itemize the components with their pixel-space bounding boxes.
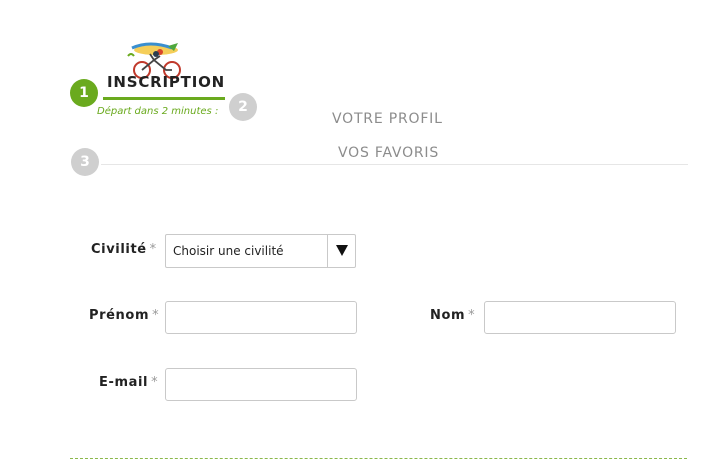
required-mark: * bbox=[152, 308, 160, 323]
step-1-title: INSCRIPTION bbox=[107, 73, 225, 91]
email-input[interactable] bbox=[165, 368, 357, 401]
civilite-label-text: Civilité bbox=[91, 242, 147, 257]
step-2-circle: 2 bbox=[229, 93, 257, 121]
nom-label: Nom * bbox=[430, 308, 475, 323]
required-mark: * bbox=[149, 242, 157, 257]
step-1-underline bbox=[103, 97, 225, 100]
step-1-number: 1 bbox=[79, 85, 89, 101]
required-mark: * bbox=[151, 375, 159, 390]
dropdown-arrow-icon[interactable] bbox=[336, 245, 348, 256]
nom-label-text: Nom bbox=[430, 308, 466, 323]
step-2-label: VOTRE PROFIL bbox=[332, 111, 443, 127]
required-mark: * bbox=[468, 308, 476, 323]
email-label-text: E-mail bbox=[99, 375, 149, 390]
step-2-number: 2 bbox=[238, 99, 248, 115]
section-divider bbox=[70, 458, 687, 459]
step-divider bbox=[101, 164, 688, 165]
civilite-selected-value: Choisir une civilité bbox=[173, 244, 284, 258]
civilite-label: Civilité * bbox=[91, 242, 157, 257]
step-3-circle: 3 bbox=[71, 148, 99, 176]
nom-input[interactable] bbox=[484, 301, 676, 334]
step-1-circle: 1 bbox=[70, 79, 98, 107]
civilite-select[interactable]: Choisir une civilité bbox=[165, 234, 356, 268]
email-label: E-mail * bbox=[99, 375, 158, 390]
step-3-number: 3 bbox=[80, 154, 90, 170]
prenom-label-text: Prénom bbox=[89, 308, 150, 323]
step-1-subtitle: Départ dans 2 minutes : bbox=[97, 106, 219, 117]
step-3-label: VOS FAVORIS bbox=[338, 145, 440, 161]
prenom-label: Prénom * bbox=[89, 308, 159, 323]
prenom-input[interactable] bbox=[165, 301, 357, 334]
select-divider bbox=[327, 235, 328, 267]
